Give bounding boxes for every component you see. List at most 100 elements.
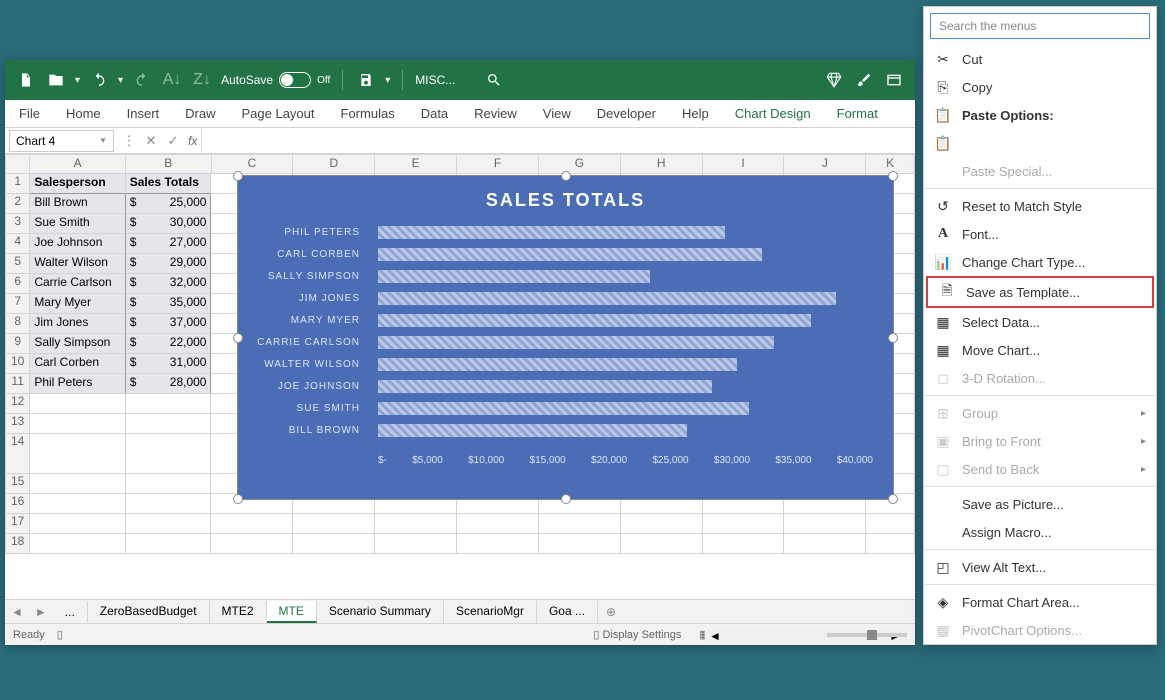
tab-nav-prev[interactable]: ◄ — [5, 605, 29, 619]
menu-data[interactable]: Data — [417, 104, 452, 123]
sheet-tab[interactable]: ZeroBasedBudget — [88, 601, 210, 623]
empty-cell[interactable] — [621, 534, 703, 554]
row-header[interactable]: 12 — [5, 394, 30, 414]
empty-cell[interactable] — [30, 494, 125, 514]
table-cell[interactable]: $31,000 — [126, 354, 212, 374]
empty-cell[interactable] — [126, 534, 212, 554]
formula-input[interactable] — [201, 128, 915, 153]
autosave-toggle[interactable]: AutoSave Off — [221, 72, 330, 88]
table-cell[interactable]: Phil Peters — [30, 374, 125, 394]
table-cell[interactable]: Jim Jones — [30, 314, 125, 334]
toggle-switch[interactable] — [279, 72, 311, 88]
table-cell[interactable]: $35,000 — [126, 294, 212, 314]
table-cell[interactable]: $29,000 — [126, 254, 212, 274]
col-header-i[interactable]: I — [703, 154, 785, 174]
brush-icon[interactable] — [853, 69, 875, 91]
row-header[interactable]: 15 — [5, 474, 30, 494]
menu-draw[interactable]: Draw — [181, 104, 219, 123]
empty-cell[interactable] — [539, 534, 621, 554]
table-cell[interactable]: $30,000 — [126, 214, 212, 234]
col-header-h[interactable]: H — [621, 154, 703, 174]
table-cell[interactable]: Sue Smith — [30, 214, 125, 234]
menu-page-layout[interactable]: Page Layout — [238, 104, 319, 123]
table-cell[interactable]: Carrie Carlson — [30, 274, 125, 294]
menu-format-chart-area[interactable]: ◈Format Chart Area... — [924, 588, 1156, 616]
table-cell[interactable]: $37,000 — [126, 314, 212, 334]
table-header-cell[interactable]: Sales Totals — [126, 174, 212, 194]
display-settings-button[interactable]: ▯ Display Settings — [593, 628, 681, 641]
empty-cell[interactable] — [866, 534, 915, 554]
menu-home[interactable]: Home — [62, 104, 105, 123]
empty-cell[interactable] — [30, 514, 125, 534]
empty-cell[interactable] — [293, 514, 375, 534]
add-sheet-button[interactable]: ⊕ — [598, 605, 624, 619]
menu-assign-macro[interactable]: Assign Macro... — [924, 518, 1156, 546]
row-header[interactable]: 17 — [5, 514, 30, 534]
col-header-f[interactable]: F — [457, 154, 539, 174]
select-all-corner[interactable] — [5, 154, 30, 174]
zoom-slider[interactable] — [827, 633, 907, 637]
table-header-cell[interactable]: Salesperson — [30, 174, 125, 194]
window-icon[interactable] — [883, 69, 905, 91]
resize-handle[interactable] — [233, 494, 243, 504]
resize-handle[interactable] — [561, 494, 571, 504]
empty-cell[interactable] — [703, 514, 785, 534]
table-cell[interactable]: $28,000 — [126, 374, 212, 394]
empty-cell[interactable] — [866, 514, 915, 534]
table-cell[interactable]: $27,000 — [126, 234, 212, 254]
table-cell[interactable]: Sally Simpson — [30, 334, 125, 354]
row-header[interactable]: 8 — [5, 314, 30, 334]
redo-icon[interactable] — [131, 69, 153, 91]
menu-reset-style[interactable]: ↺Reset to Match Style — [924, 192, 1156, 220]
empty-cell[interactable] — [30, 534, 125, 554]
empty-cell[interactable] — [784, 534, 866, 554]
empty-cell[interactable] — [126, 434, 212, 474]
table-cell[interactable]: Mary Myer — [30, 294, 125, 314]
cancel-icon[interactable]: ✕ — [140, 130, 162, 152]
row-header[interactable]: 14 — [5, 434, 30, 474]
empty-cell[interactable] — [457, 534, 539, 554]
menu-font[interactable]: AFont... — [924, 220, 1156, 248]
chart-object[interactable]: SALES TOTALS PHIL PETERSCARL CORBENSALLY… — [237, 175, 894, 500]
col-header-c[interactable]: C — [212, 154, 294, 174]
resize-handle[interactable] — [888, 171, 898, 181]
col-header-a[interactable]: A — [30, 154, 125, 174]
sheet-tab[interactable]: Goa ... — [537, 601, 598, 623]
table-cell[interactable]: Bill Brown — [30, 194, 125, 214]
empty-cell[interactable] — [126, 394, 212, 414]
sheet-tab[interactable]: ScenarioMgr — [444, 601, 537, 623]
resize-handle[interactable] — [561, 171, 571, 181]
empty-cell[interactable] — [30, 394, 125, 414]
table-cell[interactable]: $22,000 — [126, 334, 212, 354]
empty-cell[interactable] — [703, 534, 785, 554]
empty-cell[interactable] — [621, 514, 703, 534]
col-header-j[interactable]: J — [784, 154, 866, 174]
menu-help[interactable]: Help — [678, 104, 713, 123]
menu-insert[interactable]: Insert — [123, 104, 164, 123]
empty-cell[interactable] — [30, 414, 125, 434]
macro-record-icon[interactable]: ▯ — [57, 628, 63, 641]
menu-move-chart[interactable]: ▦Move Chart... — [924, 336, 1156, 364]
row-header[interactable]: 4 — [5, 234, 30, 254]
resize-handle[interactable] — [233, 171, 243, 181]
table-cell[interactable]: Carl Corben — [30, 354, 125, 374]
save-icon[interactable] — [355, 69, 377, 91]
menu-chart-design[interactable]: Chart Design — [731, 104, 815, 123]
empty-cell[interactable] — [126, 414, 212, 434]
table-cell[interactable]: $32,000 — [126, 274, 212, 294]
row-header[interactable]: 6 — [5, 274, 30, 294]
resize-handle[interactable] — [888, 494, 898, 504]
menu-review[interactable]: Review — [470, 104, 521, 123]
empty-cell[interactable] — [375, 514, 457, 534]
empty-cell[interactable] — [457, 514, 539, 534]
empty-cell[interactable] — [30, 474, 125, 494]
menu-cut[interactable]: ✂Cut — [924, 45, 1156, 73]
empty-cell[interactable] — [539, 514, 621, 534]
row-header[interactable]: 18 — [5, 534, 30, 554]
menu-view[interactable]: View — [539, 104, 575, 123]
empty-cell[interactable] — [126, 514, 212, 534]
sheet-tab[interactable]: MTE — [267, 601, 317, 623]
menu-save-as-template[interactable]: 🗎Save as Template... — [926, 276, 1154, 308]
menu-view-alt-text[interactable]: ◰View Alt Text... — [924, 553, 1156, 581]
menu-change-chart-type[interactable]: 📊Change Chart Type... — [924, 248, 1156, 276]
